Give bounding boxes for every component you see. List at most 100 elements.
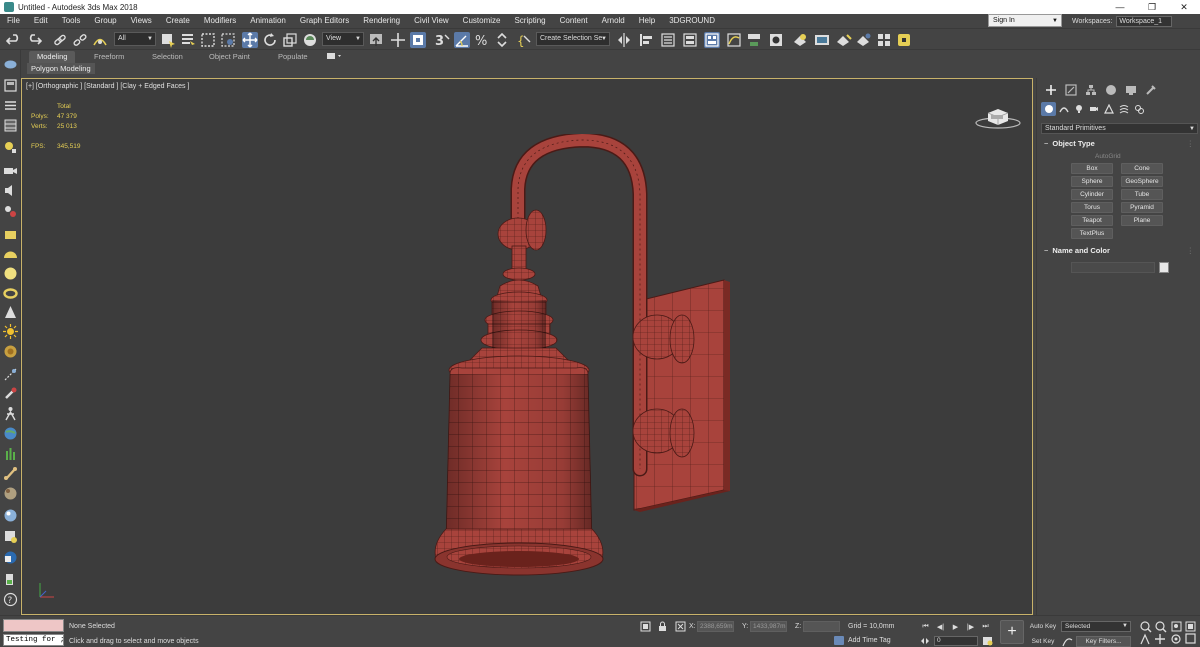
- bone-icon[interactable]: [3, 466, 18, 481]
- named-selection-set-dropdown[interactable]: Create Selection Se ▼: [536, 32, 610, 46]
- gold-sphere-icon[interactable]: [3, 344, 18, 359]
- name-and-color-rollout[interactable]: − Name and Color ⋮: [1041, 245, 1198, 257]
- menu-civil-view[interactable]: Civil View: [407, 14, 456, 28]
- render-setup-icon[interactable]: [792, 32, 808, 48]
- display-tab-icon[interactable]: [1121, 82, 1141, 98]
- tab-modeling[interactable]: Modeling: [29, 51, 76, 63]
- menu-3dground[interactable]: 3DGROUND: [662, 14, 722, 28]
- selection-lock-icon[interactable]: [657, 621, 668, 632]
- layer-manager-icon[interactable]: [3, 98, 18, 113]
- hierarchy-tab-icon[interactable]: [1081, 82, 1101, 98]
- select-and-move-icon[interactable]: [242, 32, 258, 48]
- reel-icon[interactable]: [3, 204, 18, 219]
- menu-edit[interactable]: Edit: [27, 14, 55, 28]
- maximize-button[interactable]: ❐: [1136, 0, 1168, 14]
- sun-light-icon[interactable]: [3, 324, 18, 339]
- modify-tab-icon[interactable]: [1061, 82, 1081, 98]
- lights-icon[interactable]: [1071, 102, 1086, 116]
- menu-animation[interactable]: Animation: [243, 14, 293, 28]
- menu-tools[interactable]: Tools: [55, 14, 88, 28]
- select-and-manipulate-icon[interactable]: [390, 32, 406, 48]
- time-config-icon[interactable]: [920, 636, 930, 646]
- maxscript-listener-mini[interactable]: [3, 619, 64, 632]
- cylinder-button[interactable]: Cylinder: [1071, 189, 1113, 200]
- bind-space-warp-icon[interactable]: [92, 32, 108, 48]
- window-crossing-icon[interactable]: [220, 32, 236, 48]
- key-mode-dropdown[interactable]: Selected ▼: [1061, 621, 1131, 632]
- z-coordinate-field[interactable]: [803, 621, 840, 632]
- viewport-orthographic[interactable]: [+] [Orthographic ] [Standard ] [Clay + …: [21, 78, 1033, 615]
- viewport-label-menu[interactable]: [+] [Orthographic ] [Standard ] [Clay + …: [26, 83, 189, 90]
- auto-key-button[interactable]: Auto Key: [1028, 621, 1058, 632]
- menu-customize[interactable]: Customize: [456, 14, 508, 28]
- key-filters-button[interactable]: Key Filters...: [1076, 636, 1131, 647]
- menu-rendering[interactable]: Rendering: [356, 14, 407, 28]
- box-primitive-icon[interactable]: [3, 227, 18, 242]
- maximize-viewport-icon[interactable]: [1185, 633, 1196, 644]
- go-to-end-icon[interactable]: ⏭: [978, 621, 993, 633]
- wall-lamp-model[interactable]: [402, 134, 742, 579]
- geometry-icon[interactable]: [1041, 102, 1056, 116]
- toggle-layer-explorer-icon[interactable]: [682, 32, 698, 48]
- light-lister-icon[interactable]: [3, 140, 18, 155]
- menu-arnold[interactable]: Arnold: [595, 14, 632, 28]
- zoom-icon[interactable]: [1140, 621, 1152, 633]
- cone-primitive-icon[interactable]: [3, 305, 18, 320]
- render-icon[interactable]: [3, 529, 18, 544]
- select-and-rotate-icon[interactable]: [262, 32, 278, 48]
- object-color-swatch[interactable]: [1159, 262, 1169, 273]
- set-key-button[interactable]: Set Key: [1028, 636, 1058, 647]
- autogrid-checkbox[interactable]: AutoGrid: [1095, 153, 1121, 160]
- previous-frame-icon[interactable]: ◀|: [933, 621, 948, 633]
- space-warps-icon[interactable]: [1116, 102, 1131, 116]
- tab-object-paint[interactable]: Object Paint: [201, 51, 258, 63]
- play-icon[interactable]: ▶: [948, 621, 963, 633]
- teapot-button[interactable]: Teapot: [1071, 215, 1113, 226]
- workspace-dropdown[interactable]: Workspace_1: [1116, 15, 1173, 27]
- field-of-view-icon[interactable]: [1140, 633, 1150, 645]
- keyboard-shortcut-override-icon[interactable]: [410, 32, 426, 48]
- tube-button[interactable]: Tube: [1121, 189, 1163, 200]
- select-and-place-icon[interactable]: [302, 32, 318, 48]
- menu-graph-editors[interactable]: Graph Editors: [293, 14, 356, 28]
- close-button[interactable]: ✕: [1168, 0, 1200, 14]
- align-icon[interactable]: [638, 32, 654, 48]
- character-icon[interactable]: [3, 406, 18, 421]
- container-explorer-icon[interactable]: [3, 118, 18, 133]
- grass-icon[interactable]: [3, 446, 18, 461]
- x-coordinate-field[interactable]: 2388,659m: [697, 621, 734, 632]
- menu-file[interactable]: File: [0, 14, 27, 28]
- use-pivot-center-icon[interactable]: [368, 32, 384, 48]
- schematic-view-icon[interactable]: [746, 32, 762, 48]
- textplus-button[interactable]: TextPlus: [1071, 228, 1113, 239]
- toggle-scene-explorer-icon[interactable]: [660, 32, 676, 48]
- selection-filter-dropdown[interactable]: All ▼: [114, 32, 156, 46]
- utilities-tab-icon[interactable]: [1141, 82, 1161, 98]
- material-editor-icon[interactable]: [768, 32, 784, 48]
- shapes-icon[interactable]: [1056, 102, 1071, 116]
- torus-icon[interactable]: [3, 286, 18, 301]
- set-keys-icon[interactable]: +: [1000, 620, 1024, 644]
- time-configuration-icon[interactable]: [982, 636, 993, 646]
- menu-scripting[interactable]: Scripting: [507, 14, 552, 28]
- toggle-ribbon-icon[interactable]: [704, 32, 720, 48]
- tab-freeform[interactable]: Freeform: [86, 51, 132, 63]
- plane-button[interactable]: Plane: [1121, 215, 1163, 226]
- render-in-cloud-icon[interactable]: [876, 32, 892, 48]
- menu-modifiers[interactable]: Modifiers: [197, 14, 243, 28]
- go-to-start-icon[interactable]: ⏮: [918, 621, 933, 633]
- sphere-button[interactable]: Sphere: [1071, 176, 1113, 187]
- undo-icon[interactable]: [6, 32, 22, 48]
- menu-content[interactable]: Content: [553, 14, 595, 28]
- maxscript-input[interactable]: Testing for ;: [3, 634, 64, 646]
- sphere-primitive-icon[interactable]: [3, 266, 18, 281]
- globe-icon[interactable]: [3, 426, 18, 441]
- camera-icon[interactable]: [3, 163, 18, 178]
- viewport-layout-icon[interactable]: [3, 57, 18, 72]
- zoom-extents-all-icon[interactable]: [1185, 621, 1196, 632]
- arnold-render-view-icon[interactable]: [896, 32, 912, 48]
- render-production-icon[interactable]: [836, 32, 852, 48]
- helpers-icon[interactable]: [1101, 102, 1116, 116]
- menu-help[interactable]: Help: [632, 14, 662, 28]
- tab-selection[interactable]: Selection: [144, 51, 191, 63]
